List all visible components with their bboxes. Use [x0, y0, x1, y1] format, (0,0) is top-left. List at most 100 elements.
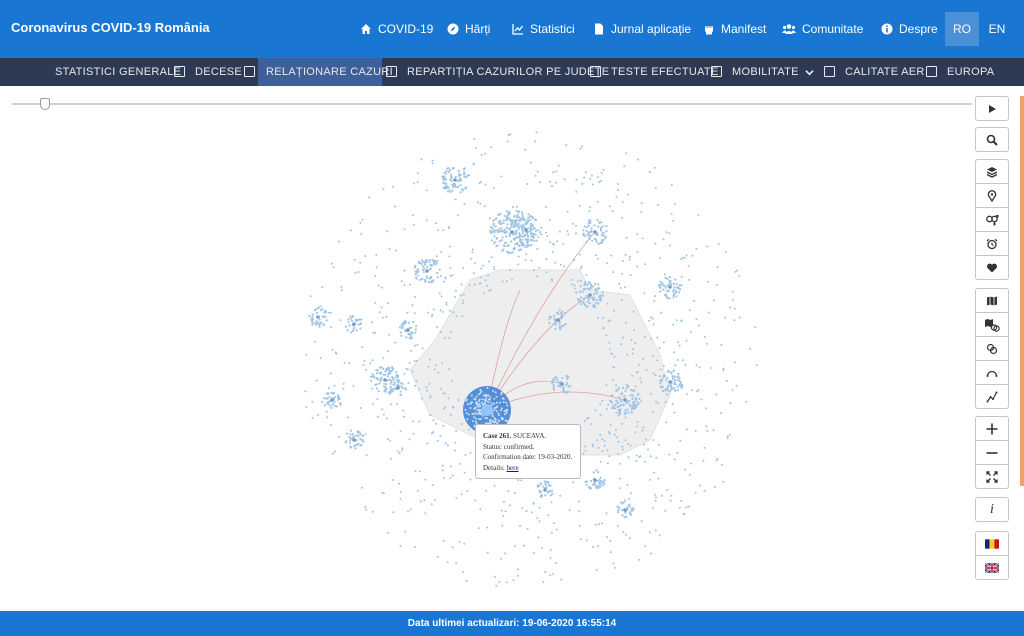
case-node[interactable]: [491, 415, 494, 418]
case-node[interactable]: [451, 274, 454, 277]
case-node[interactable]: [603, 479, 606, 482]
case-node[interactable]: [596, 485, 600, 488]
case-node[interactable]: [540, 226, 543, 229]
case-node[interactable]: [485, 489, 488, 492]
case-node[interactable]: [435, 255, 438, 258]
case-node[interactable]: [652, 372, 655, 375]
case-node[interactable]: [406, 311, 409, 314]
case-node[interactable]: [447, 397, 450, 400]
case-node[interactable]: [513, 215, 516, 218]
case-node[interactable]: [493, 484, 496, 487]
case-node[interactable]: [414, 384, 417, 387]
case-node[interactable]: [599, 485, 602, 488]
case-node[interactable]: [445, 303, 448, 306]
case-node[interactable]: [322, 323, 325, 326]
case-node[interactable]: [418, 262, 421, 265]
case-node[interactable]: [330, 262, 333, 265]
case-node[interactable]: [345, 432, 349, 435]
case-node[interactable]: [403, 372, 406, 375]
case-node[interactable]: [466, 490, 469, 492]
case-node[interactable]: [410, 349, 412, 352]
case-node[interactable]: [386, 368, 390, 371]
case-node[interactable]: [469, 402, 472, 405]
case-node[interactable]: [372, 375, 375, 378]
case-node[interactable]: [617, 386, 621, 390]
checkbox-relationare-cazuri[interactable]: [386, 66, 397, 77]
case-node[interactable]: [357, 442, 360, 445]
case-node[interactable]: [565, 144, 568, 147]
case-node[interactable]: [569, 385, 572, 388]
case-node[interactable]: [595, 569, 598, 572]
case-node[interactable]: [502, 515, 505, 518]
case-node[interactable]: [552, 380, 555, 383]
case-node[interactable]: [534, 229, 537, 232]
case-node[interactable]: [669, 283, 672, 286]
case-node[interactable]: [411, 214, 414, 217]
case-node[interactable]: [587, 296, 591, 299]
case-node[interactable]: [592, 299, 595, 302]
case-node[interactable]: [659, 375, 661, 378]
case-node[interactable]: [328, 387, 330, 390]
case-node[interactable]: [359, 437, 362, 440]
case-node[interactable]: [549, 490, 552, 493]
case-node[interactable]: [537, 485, 540, 488]
case-node[interactable]: [445, 182, 448, 185]
case-node[interactable]: [475, 395, 478, 398]
case-node[interactable]: [438, 292, 441, 295]
case-node[interactable]: [500, 227, 503, 230]
case-node[interactable]: [560, 382, 564, 386]
case-node[interactable]: [687, 265, 690, 268]
case-node[interactable]: [580, 296, 583, 299]
case-node[interactable]: [673, 292, 676, 296]
map-view-button[interactable]: [975, 288, 1009, 313]
case-node[interactable]: [549, 557, 552, 559]
case-node[interactable]: [386, 438, 389, 440]
case-node[interactable]: [586, 283, 589, 286]
case-node[interactable]: [616, 505, 619, 508]
arc-layout-button[interactable]: [975, 360, 1009, 385]
case-node[interactable]: [623, 395, 626, 398]
case-node[interactable]: [488, 398, 491, 401]
case-node[interactable]: [597, 545, 600, 548]
case-node[interactable]: [415, 359, 418, 362]
case-node[interactable]: [547, 514, 550, 517]
case-node[interactable]: [526, 183, 529, 185]
case-node[interactable]: [632, 407, 635, 410]
case-node[interactable]: [318, 318, 321, 321]
timeline-slider-handle[interactable]: [40, 98, 50, 110]
case-node[interactable]: [457, 169, 460, 173]
case-node[interactable]: [462, 299, 465, 302]
case-node[interactable]: [500, 175, 503, 178]
case-node[interactable]: [406, 368, 409, 371]
case-node[interactable]: [556, 378, 559, 382]
case-node[interactable]: [396, 402, 399, 405]
case-node[interactable]: [382, 356, 385, 359]
case-node[interactable]: [359, 433, 362, 436]
case-node[interactable]: [664, 400, 667, 403]
case-node[interactable]: [583, 288, 586, 291]
case-node[interactable]: [676, 359, 679, 361]
case-node[interactable]: [662, 341, 665, 344]
case-node[interactable]: [396, 379, 399, 382]
case-node[interactable]: [505, 235, 508, 238]
case-node[interactable]: [392, 511, 395, 514]
case-node[interactable]: [391, 366, 394, 369]
case-node[interactable]: [498, 414, 500, 417]
case-node[interactable]: [631, 397, 634, 400]
case-node[interactable]: [518, 232, 521, 235]
case-node[interactable]: [387, 350, 390, 353]
case-node[interactable]: [648, 170, 651, 173]
case-node[interactable]: [636, 421, 639, 424]
case-node[interactable]: [558, 325, 561, 328]
case-node[interactable]: [362, 364, 365, 367]
case-node[interactable]: [713, 299, 715, 302]
case-node[interactable]: [562, 389, 565, 392]
case-node[interactable]: [621, 201, 624, 204]
case-node[interactable]: [479, 282, 482, 285]
case-node[interactable]: [429, 394, 432, 397]
case-node[interactable]: [507, 252, 510, 255]
case-node[interactable]: [508, 228, 511, 231]
case-node[interactable]: [602, 238, 605, 241]
case-node[interactable]: [426, 389, 429, 392]
case-node[interactable]: [495, 401, 498, 404]
